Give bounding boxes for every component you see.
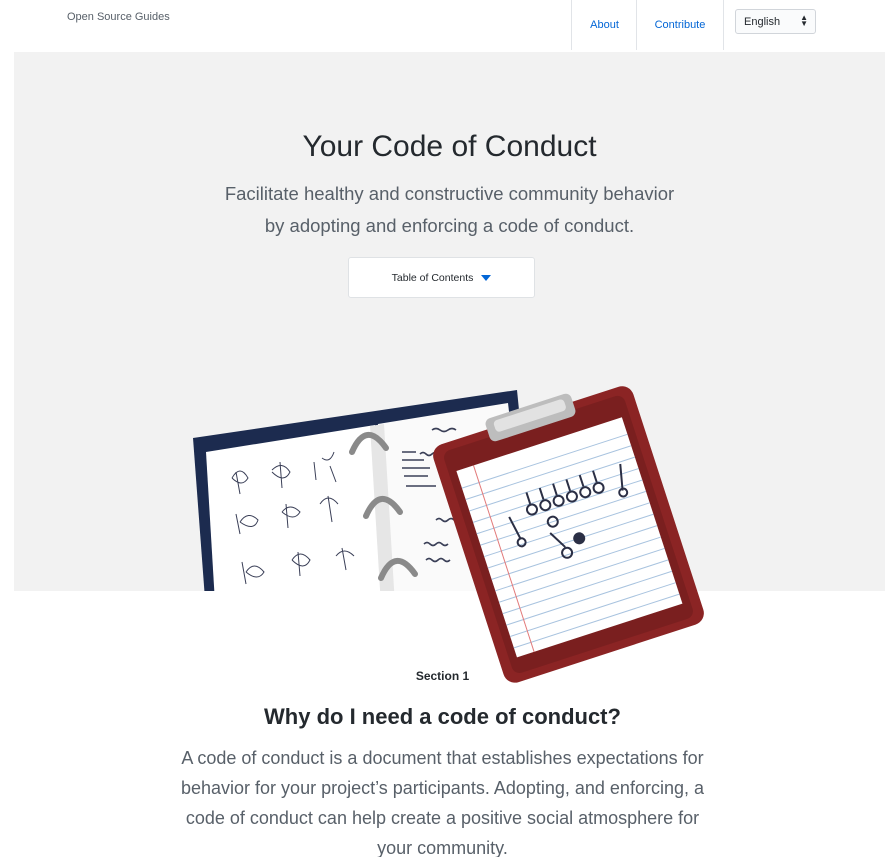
subtitle-line-1: Facilitate healthy and constructive comm… [224,183,675,204]
subtitle-line-2: by adopting and enforcing a code of cond… [264,215,635,236]
nav-about-link[interactable]: About [571,0,637,50]
toc-label: Table of Contents [391,271,474,284]
site-header: Open Source Guides About Contribute Engl… [0,0,885,52]
site-title-link[interactable]: Open Source Guides [67,11,170,23]
language-select[interactable]: English ▲ ▼ [735,9,816,34]
section-title: Why do I need a code of conduct? [264,704,621,729]
section-body: A code of conduct is a document that est… [181,748,704,857]
page-subtitle: Facilitate healthy and constructive comm… [14,178,885,242]
page-title: Your Code of Conduct [302,130,597,163]
nav-contribute-link[interactable]: Contribute [636,0,724,50]
page: Open Source Guides About Contribute Engl… [0,0,885,857]
table-of-contents-button[interactable]: Table of Contents [348,257,535,298]
caret-down-icon [481,274,492,281]
hero-section: Your Code of Conduct Facilitate healthy … [14,52,885,591]
section-label: Section 1 [415,669,470,683]
language-selected-value: English [744,15,781,28]
select-arrows-icon: ▲ ▼ [800,13,808,28]
